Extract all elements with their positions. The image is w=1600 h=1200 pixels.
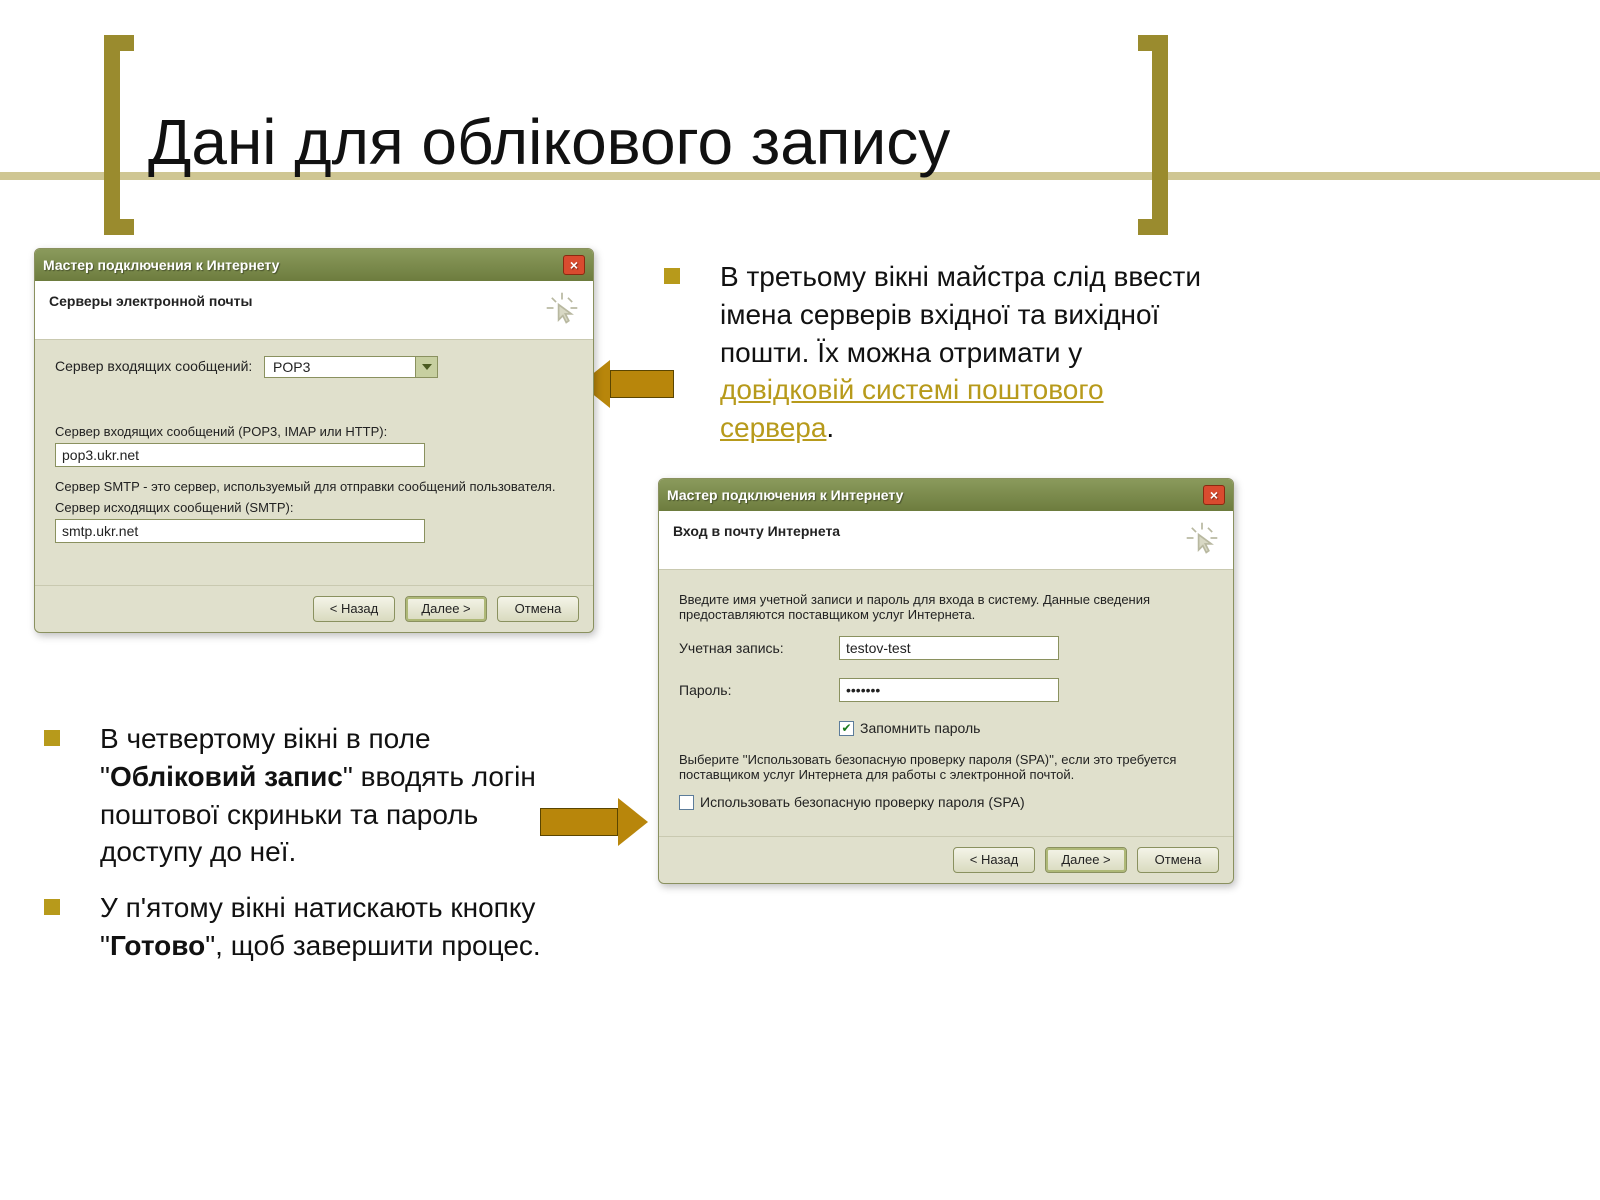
- right-bracket: [1138, 35, 1168, 235]
- spa-label: Использовать безопасную проверку пароля …: [700, 794, 1025, 810]
- account-label: Учетная запись:: [679, 640, 839, 656]
- titlebar: Мастер подключения к Интернету ×: [35, 249, 593, 281]
- cancel-button[interactable]: Отмена: [497, 596, 579, 622]
- close-button[interactable]: ×: [1203, 485, 1225, 505]
- left-bullet-list: В четвертому вікні в поле "Обліковий зап…: [44, 720, 584, 983]
- left-bullet-2: У п'ятому вікні натискають кнопку "Готов…: [44, 889, 584, 965]
- back-button[interactable]: < Назад: [953, 847, 1035, 873]
- cursor-click-icon: [545, 291, 579, 325]
- bold: Обліковий запис: [110, 761, 343, 792]
- right-bullet-1: В третьому вікні майстра слід ввести іме…: [664, 258, 1204, 447]
- incoming-server-input[interactable]: pop3.ukr.net: [55, 443, 425, 467]
- titlebar: Мастер подключения к Интернету ×: [659, 479, 1233, 511]
- account-input[interactable]: testov-test: [839, 636, 1059, 660]
- text: В третьому вікні майстра слід ввести іме…: [720, 261, 1201, 368]
- remember-label: Запомнить пароль: [860, 720, 980, 736]
- wizard-email-servers: Мастер подключения к Интернету × Серверы…: [34, 248, 594, 633]
- wizard-body: Введите имя учетной записи и пароль для …: [659, 570, 1233, 836]
- intro-text: Введите имя учетной записи и пароль для …: [679, 592, 1213, 622]
- wizard-heading: Вход в почту Интернета: [673, 523, 840, 539]
- arrow-right-icon: [540, 798, 654, 846]
- window-title: Мастер подключения к Интернету: [43, 257, 279, 273]
- wizard-mail-login: Мастер подключения к Интернету × Вход в …: [658, 478, 1234, 884]
- incoming-type-label: Сервер входящих сообщений:: [55, 358, 252, 374]
- password-input[interactable]: •••••••: [839, 678, 1059, 702]
- bold: Готово: [110, 930, 205, 961]
- outgoing-server-label: Сервер исходящих сообщений (SMTP):: [55, 500, 573, 515]
- left-bullet-1: В четвертому вікні в поле "Обліковий зап…: [44, 720, 584, 871]
- text: .: [826, 412, 834, 443]
- wizard-heading: Серверы электронной почты: [49, 293, 252, 309]
- spa-note: Выберите ''Использовать безопасную прове…: [679, 752, 1213, 782]
- left-bracket: [104, 35, 134, 235]
- next-button[interactable]: Далее >: [405, 596, 487, 622]
- cancel-button[interactable]: Отмена: [1137, 847, 1219, 873]
- smtp-note: Сервер SMTP - это сервер, используемый д…: [55, 479, 573, 494]
- text: ", щоб завершити процес.: [205, 930, 540, 961]
- next-button[interactable]: Далее >: [1045, 847, 1127, 873]
- arrow-left-icon: [580, 360, 680, 408]
- close-button[interactable]: ×: [563, 255, 585, 275]
- cursor-click-icon: [1185, 521, 1219, 555]
- incoming-server-label: Сервер входящих сообщений (POP3, IMAP ил…: [55, 424, 573, 439]
- outgoing-server-input[interactable]: smtp.ukr.net: [55, 519, 425, 543]
- slide-title: Дані для облікового запису: [148, 105, 950, 179]
- combo-value: POP3: [265, 357, 415, 377]
- help-link[interactable]: довідковій системі поштового сервера: [720, 374, 1104, 443]
- button-row: < Назад Далее > Отмена: [659, 836, 1233, 883]
- window-title: Мастер подключения к Интернету: [667, 487, 903, 503]
- wizard-header: Вход в почту Интернета: [659, 511, 1233, 570]
- password-label: Пароль:: [679, 682, 839, 698]
- remember-checkbox[interactable]: ✔: [839, 721, 854, 736]
- wizard-body: Сервер входящих сообщений: POP3 Сервер в…: [35, 340, 593, 585]
- right-bullet-list: В третьому вікні майстра слід ввести іме…: [664, 258, 1204, 465]
- wizard-header: Серверы электронной почты: [35, 281, 593, 340]
- back-button[interactable]: < Назад: [313, 596, 395, 622]
- button-row: < Назад Далее > Отмена: [35, 585, 593, 632]
- spa-checkbox[interactable]: [679, 795, 694, 810]
- chevron-down-icon: [415, 357, 437, 377]
- incoming-type-combo[interactable]: POP3: [264, 356, 438, 378]
